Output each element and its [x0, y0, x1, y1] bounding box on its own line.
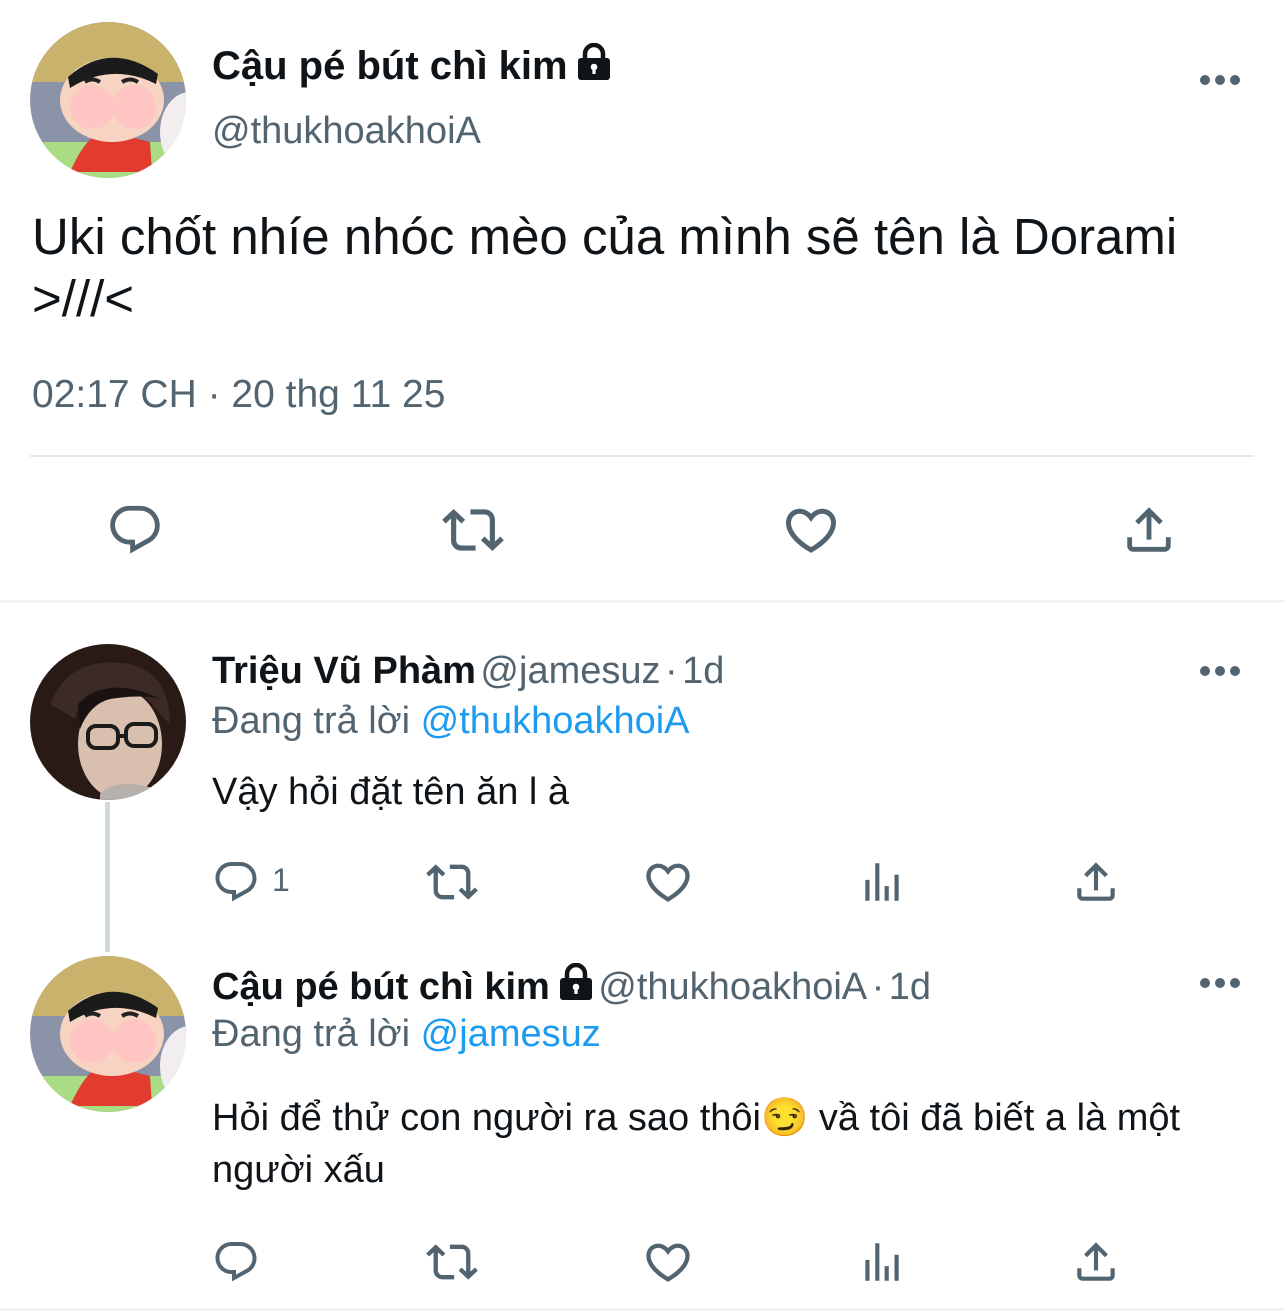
- retweet-icon[interactable]: [422, 1232, 482, 1292]
- avatar-image: [30, 644, 186, 800]
- display-name[interactable]: Cậu pé bút chì kim: [212, 966, 550, 1008]
- tweet-timestamp[interactable]: 02:17 CH · 20 thg 11 25: [32, 373, 445, 417]
- reply-header: Triệu Vũ Phàm @jamesuz · 1d: [212, 647, 724, 703]
- mention-link[interactable]: @thukhoakhoiA: [421, 700, 690, 742]
- display-name[interactable]: Triệu Vũ Phàm: [212, 650, 476, 692]
- reply-icon[interactable]: [208, 854, 264, 910]
- share-icon[interactable]: [1114, 495, 1184, 565]
- reply-icon[interactable]: [100, 495, 170, 565]
- separator: ·: [871, 966, 885, 1008]
- more-options-icon[interactable]: [1198, 976, 1242, 995]
- like-icon[interactable]: [638, 852, 698, 912]
- share-icon[interactable]: [1066, 1232, 1126, 1292]
- avatar[interactable]: [30, 956, 186, 1112]
- like-icon[interactable]: [776, 495, 846, 565]
- handle[interactable]: @thukhoakhoiA: [212, 110, 481, 153]
- tweet-text: Vậy hỏi đặt tên ăn l à: [212, 771, 570, 813]
- tweet-text: Uki chốt nhíe nhóc mèo của mình sẽ tên l…: [32, 208, 1178, 327]
- avatar[interactable]: [30, 644, 186, 800]
- section-separator: [0, 1308, 1284, 1311]
- reply-age[interactable]: 1d: [889, 966, 931, 1008]
- reply-count: 1: [272, 862, 290, 898]
- views-icon[interactable]: [852, 1232, 912, 1292]
- reply-icon[interactable]: [208, 1234, 264, 1290]
- like-icon[interactable]: [638, 1232, 698, 1292]
- more-options-icon[interactable]: [1198, 52, 1242, 97]
- mention-link[interactable]: @jamesuz: [421, 1013, 601, 1055]
- divider: [30, 455, 1254, 457]
- avatar-image: [30, 22, 186, 178]
- replying-to: Đang trả lời @jamesuz: [212, 1013, 601, 1055]
- handle[interactable]: @jamesuz: [480, 650, 660, 692]
- separator: ·: [664, 650, 678, 692]
- avatar[interactable]: [30, 22, 186, 178]
- retweet-icon[interactable]: [422, 852, 482, 912]
- display-name[interactable]: Cậu pé bút chì kim: [212, 42, 612, 92]
- share-icon[interactable]: [1066, 852, 1126, 912]
- views-icon[interactable]: [852, 852, 912, 912]
- avatar-image: [30, 956, 186, 1112]
- handle[interactable]: @thukhoakhoiA: [598, 966, 867, 1008]
- section-separator: [0, 600, 1284, 603]
- more-options-icon[interactable]: [1198, 664, 1242, 683]
- thread-line: [105, 802, 110, 952]
- reply-age[interactable]: 1d: [682, 650, 724, 692]
- retweet-icon[interactable]: [438, 495, 508, 565]
- tweet-text: Hỏi để thử con người ra sao thôi😏 vầ tôi…: [212, 1097, 1181, 1191]
- lock-icon: [576, 42, 612, 92]
- replying-to: Đang trả lời @thukhoakhoiA: [212, 700, 690, 742]
